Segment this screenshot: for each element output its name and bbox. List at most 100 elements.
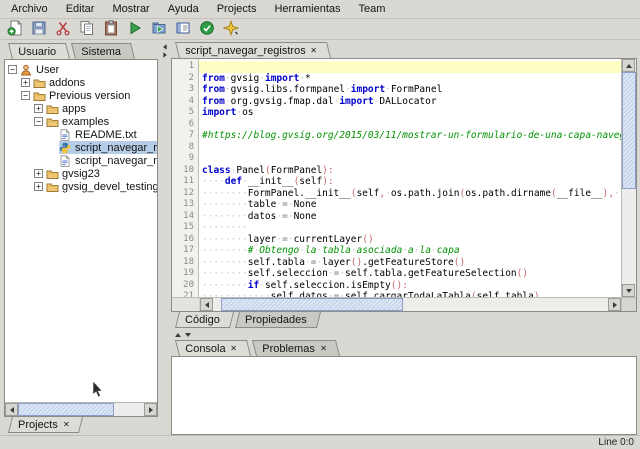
- tab-codigo[interactable]: Código: [175, 312, 234, 328]
- tree-item-addons[interactable]: +addons: [5, 76, 157, 89]
- code-line-11[interactable]: ····def·__init__(self):: [199, 176, 621, 188]
- editor-vscroll-track[interactable]: [622, 72, 636, 284]
- code-line-8[interactable]: [199, 142, 621, 154]
- tree-item-user[interactable]: −User: [5, 63, 157, 76]
- check-button[interactable]: [197, 20, 217, 38]
- code-line-6[interactable]: [199, 119, 621, 131]
- collapse-right-icon[interactable]: [163, 52, 169, 57]
- scroll-right-button[interactable]: [144, 403, 157, 416]
- menu-projects[interactable]: Projects: [208, 1, 266, 17]
- editor-bottom-tab-row: Código Propiedades: [171, 312, 637, 330]
- collapse-down-icon[interactable]: [185, 333, 191, 340]
- expand-toggle-icon[interactable]: +: [34, 169, 43, 178]
- collapse-toggle-icon[interactable]: −: [8, 65, 17, 74]
- tree-item-script-navegar-regis[interactable]: script_navegar_regis: [5, 154, 157, 167]
- code-line-18[interactable]: ········self.tabla·=·layer().getFeatureS…: [199, 257, 621, 269]
- python-file-icon: [59, 142, 72, 154]
- expand-toggle-icon[interactable]: +: [34, 182, 43, 191]
- file-tree[interactable]: −User+addons−Previous version+apps−examp…: [5, 60, 157, 402]
- menu-ayuda[interactable]: Ayuda: [159, 1, 208, 17]
- editor-vertical-scrollbar[interactable]: [621, 59, 636, 297]
- tab-consola[interactable]: Consola ✕: [175, 340, 251, 356]
- editor-horizontal-scrollbar[interactable]: [172, 297, 636, 311]
- editor-vscroll-thumb[interactable]: [622, 72, 636, 189]
- menu-herramientas[interactable]: Herramientas: [265, 1, 349, 17]
- run-button[interactable]: [125, 20, 145, 38]
- cut-button[interactable]: [53, 20, 73, 38]
- tab-projects-label: Projects: [18, 419, 58, 431]
- code-line-3[interactable]: from·gvsig.libs.formpanel·import·FormPan…: [199, 84, 621, 96]
- horizontal-splitter[interactable]: [171, 330, 637, 340]
- up-arrow-icon: [626, 61, 632, 68]
- collapse-toggle-icon[interactable]: −: [34, 117, 43, 126]
- line-number-gutter: 123456789101112131415161718192021: [172, 59, 199, 297]
- close-icon[interactable]: ✕: [63, 421, 70, 429]
- scroll-right-button[interactable]: [608, 298, 621, 311]
- scroll-left-button[interactable]: [5, 403, 18, 416]
- expand-toggle-icon[interactable]: +: [34, 104, 43, 113]
- line-number: 12: [172, 188, 198, 200]
- whitespace-dots: ········: [202, 222, 248, 233]
- tree-scroll-track[interactable]: [18, 403, 144, 416]
- save-button[interactable]: [29, 20, 49, 38]
- close-icon[interactable]: ✕: [311, 47, 318, 55]
- collapse-left-icon[interactable]: [160, 44, 166, 49]
- copy-button[interactable]: [77, 20, 97, 38]
- collapse-up-icon[interactable]: [175, 330, 181, 337]
- tree-item-readme-txt[interactable]: README.txt: [5, 128, 157, 141]
- code-line-4[interactable]: from·org.gvsig.fmap.dal·import·DALLocato…: [199, 96, 621, 108]
- collapse-toggle-icon[interactable]: −: [21, 91, 30, 100]
- tree-item-examples[interactable]: −examples: [5, 115, 157, 128]
- tree-item-gvsig23[interactable]: +gvsig23: [5, 167, 157, 180]
- code-line-20[interactable]: ········if·self.seleccion.isEmpty():: [199, 280, 621, 292]
- expand-toggle-icon[interactable]: +: [21, 78, 30, 87]
- menu-editar[interactable]: Editar: [57, 1, 104, 17]
- editor-hscroll-thumb[interactable]: [221, 298, 403, 311]
- tab-problemas[interactable]: Problemas ✕: [252, 340, 340, 356]
- code-line-10[interactable]: class·Panel(FormPanel):: [199, 165, 621, 177]
- console-output[interactable]: [171, 356, 637, 435]
- close-icon[interactable]: ✕: [230, 345, 237, 353]
- run-icon: [127, 20, 143, 39]
- tab-propiedades[interactable]: Propiedades: [235, 312, 321, 328]
- code-area[interactable]: from·gvsig·import·*from·gvsig.libs.formp…: [199, 59, 621, 297]
- run-selection-button[interactable]: [149, 20, 169, 38]
- tree-item-gvsig-devel-testing[interactable]: +gvsig_devel_testing: [5, 180, 157, 193]
- module-button[interactable]: [221, 20, 241, 38]
- menu-team[interactable]: Team: [350, 1, 395, 17]
- menu-mostrar[interactable]: Mostrar: [103, 1, 158, 17]
- code-line-12[interactable]: ········FormPanel.__init__(self,·os.path…: [199, 188, 621, 200]
- code-line-13[interactable]: ········table·=·None: [199, 199, 621, 211]
- tree-item-previous-version[interactable]: −Previous version: [5, 89, 157, 102]
- vertical-splitter[interactable]: [158, 40, 171, 435]
- show-layout-button[interactable]: [173, 20, 193, 38]
- editor-hscroll-track[interactable]: [213, 298, 608, 311]
- code-line-16[interactable]: ········layer·=·currentLayer(): [199, 234, 621, 246]
- tree-item-apps[interactable]: +apps: [5, 102, 157, 115]
- tab-script-navegar-registros[interactable]: script_navegar_registros ✕: [175, 42, 331, 58]
- code-line-17[interactable]: ········#·Obtengo·la·tabla·asociada·a·la…: [199, 245, 621, 257]
- scroll-down-button[interactable]: [622, 284, 635, 297]
- tree-item-script-navegar-regis[interactable]: script_navegar_regis: [5, 141, 157, 154]
- close-icon[interactable]: ✕: [320, 345, 327, 353]
- code-line-14[interactable]: ········datos·=·None: [199, 211, 621, 223]
- line-number: 10: [172, 165, 198, 177]
- code-line-9[interactable]: [199, 153, 621, 165]
- tree-scroll-thumb[interactable]: [18, 403, 114, 416]
- tab-sistema[interactable]: Sistema: [71, 43, 135, 59]
- code-line-19[interactable]: ········self.seleccion·=·self.tabla.getF…: [199, 268, 621, 280]
- scroll-up-button[interactable]: [622, 59, 635, 72]
- menu-archivo[interactable]: Archivo: [2, 1, 57, 17]
- tab-usuario[interactable]: Usuario: [8, 43, 70, 59]
- paste-button[interactable]: [101, 20, 121, 38]
- menu-bar: ArchivoEditarMostrarAyudaProjectsHerrami…: [0, 0, 640, 19]
- code-line-15[interactable]: ········: [199, 222, 621, 234]
- code-line-5[interactable]: import·os: [199, 107, 621, 119]
- tab-projects[interactable]: Projects ✕: [8, 417, 83, 433]
- tree-horizontal-scrollbar[interactable]: [5, 402, 157, 416]
- code-line-7[interactable]: #https://blog.gvsig.org/2015/03/11/mostr…: [199, 130, 621, 142]
- code-line-2[interactable]: from·gvsig·import·*: [199, 73, 621, 85]
- new-script-button[interactable]: [5, 20, 25, 38]
- code-line-1[interactable]: [199, 61, 621, 73]
- scroll-left-button[interactable]: [200, 298, 213, 311]
